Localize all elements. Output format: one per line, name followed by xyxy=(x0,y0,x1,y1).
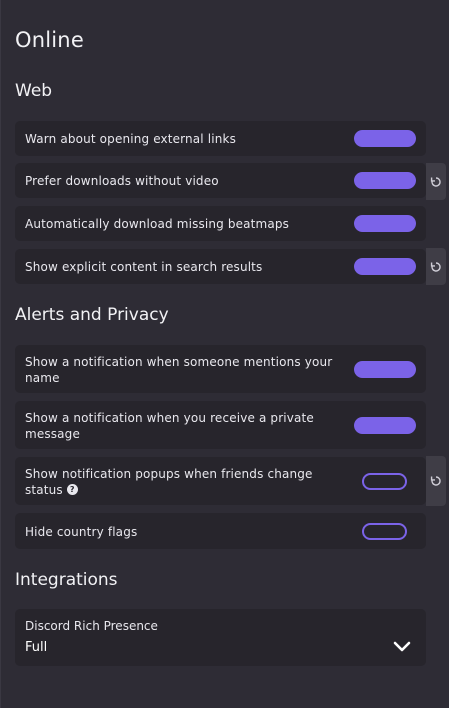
dropdown-selected-value: Full xyxy=(25,640,48,655)
setting-row-mention-notification: Show a notification when someone mention… xyxy=(15,345,426,393)
setting-row-warn-external-links: Warn about opening external links xyxy=(15,121,426,156)
explicit-content-toggle[interactable] xyxy=(354,258,416,275)
section-title-alerts: Alerts and Privacy xyxy=(15,305,169,325)
friend-status-popups-toggle[interactable] xyxy=(362,473,407,490)
revert-icon xyxy=(430,261,441,272)
setting-row-prefer-no-video: Prefer downloads without video xyxy=(15,163,426,198)
help-icon[interactable]: ? xyxy=(66,484,78,495)
setting-label: Prefer downloads without video xyxy=(25,174,219,188)
setting-label: Warn about opening external links xyxy=(25,132,236,146)
mention-notification-toggle[interactable] xyxy=(354,361,416,378)
revert-icon xyxy=(430,176,441,187)
section-title-integrations: Integrations xyxy=(15,570,118,590)
setting-label: Hide country flags xyxy=(25,525,138,539)
hide-country-flags-toggle[interactable] xyxy=(362,523,407,540)
revert-button-explicit-content[interactable] xyxy=(426,248,446,285)
auto-download-beatmaps-toggle[interactable] xyxy=(354,215,416,232)
discord-rich-presence-dropdown[interactable]: Discord Rich Presence Full xyxy=(15,609,426,666)
prefer-no-video-toggle[interactable] xyxy=(354,172,416,189)
setting-label: Show a notification when you receive a p… xyxy=(25,411,314,441)
revert-button-friend-status-popups[interactable] xyxy=(426,456,446,506)
page-title: Online xyxy=(15,28,84,52)
section-title-web: Web xyxy=(15,81,53,101)
revert-button-prefer-no-video[interactable] xyxy=(426,163,446,200)
setting-label: Show a notification when someone mention… xyxy=(25,355,333,385)
setting-row-hide-country-flags: Hide country flags xyxy=(15,513,426,549)
chevron-down-icon[interactable] xyxy=(393,640,411,654)
setting-row-auto-download-beatmaps: Automatically download missing beatmaps xyxy=(15,206,426,241)
setting-row-friend-status-popups: Show notification popups when friends ch… xyxy=(15,457,426,505)
warn-external-links-toggle[interactable] xyxy=(354,130,416,147)
settings-panel: Online Web Warn about opening external l… xyxy=(0,0,449,708)
setting-row-explicit-content: Show explicit content in search results xyxy=(15,249,426,284)
setting-row-private-message-notification: Show a notification when you receive a p… xyxy=(15,401,426,449)
dropdown-label: Discord Rich Presence xyxy=(25,619,158,633)
setting-label: Show notification popups when friends ch… xyxy=(25,466,335,498)
setting-label: Show explicit content in search results xyxy=(25,260,263,274)
setting-label: Automatically download missing beatmaps xyxy=(25,217,290,231)
revert-icon xyxy=(430,476,441,486)
private-message-notification-toggle[interactable] xyxy=(354,417,416,434)
